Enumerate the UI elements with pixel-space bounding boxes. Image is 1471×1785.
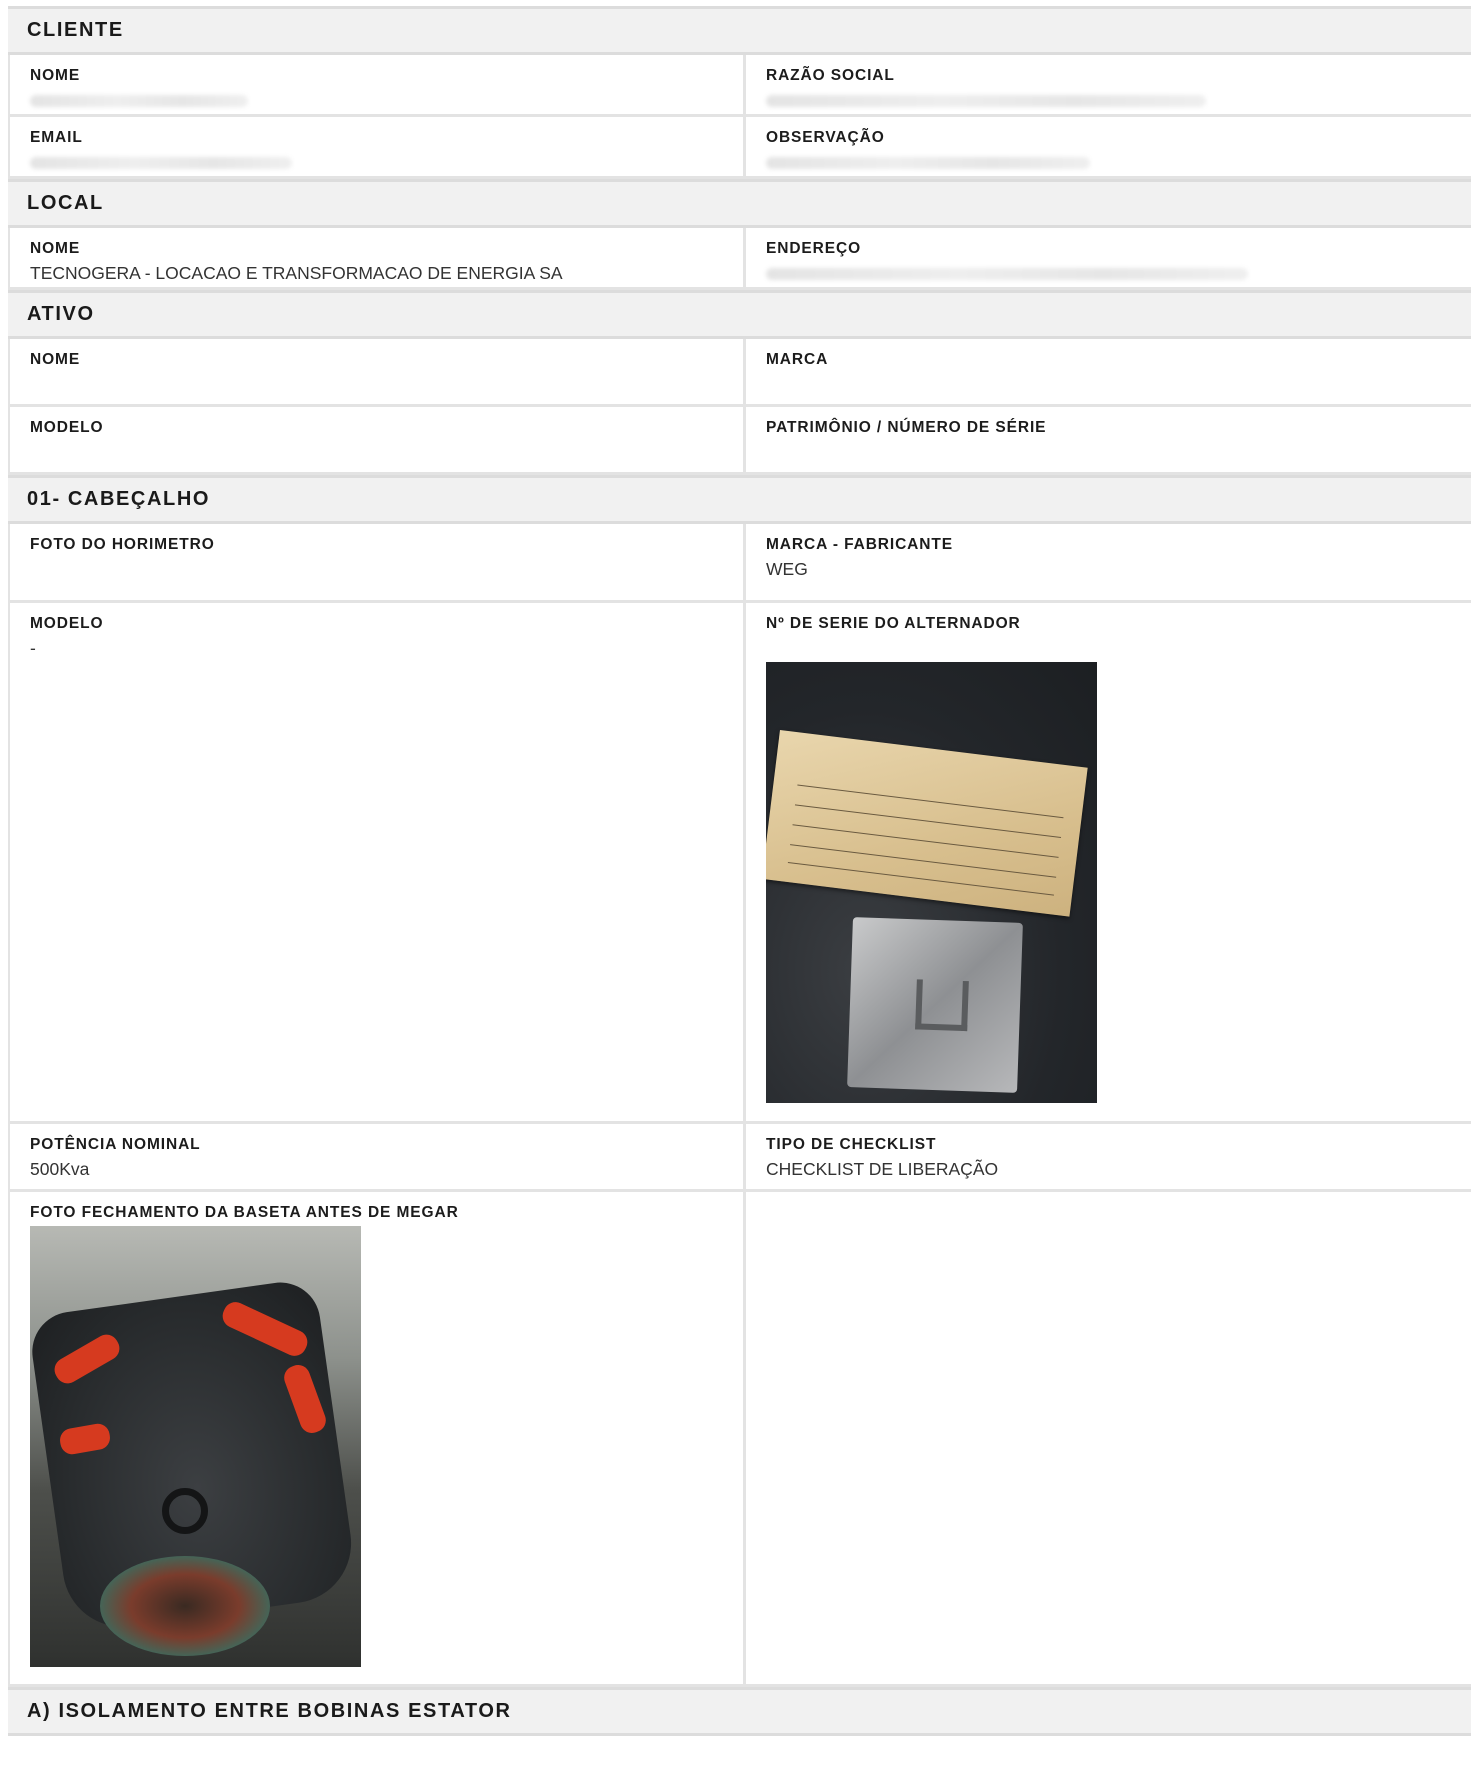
tipo-checklist-cell: TIPO DE CHECKLIST CHECKLIST DE LIBERAÇÃO <box>743 1124 1471 1189</box>
serie-alternador-photo[interactable] <box>766 662 1097 1103</box>
local-endereco-redacted <box>766 268 1248 280</box>
ativo-modelo-label: MODELO <box>30 419 104 436</box>
cliente-razao-cell: RAZÃO SOCIAL <box>743 55 1471 114</box>
ativo-row-2: MODELO PATRIMÔNIO / NÚMERO DE SÉRIE <box>8 407 1471 475</box>
serie-alternador-label: Nº DE SERIE DO ALTERNADOR <box>766 615 1021 632</box>
cliente-nome-redacted <box>30 95 248 107</box>
local-nome-cell: NOME TECNOGERA - LOCACAO E TRANSFORMACAO… <box>8 228 743 287</box>
ativo-patrimonio-label: PATRIMÔNIO / NÚMERO DE SÉRIE <box>766 419 1047 436</box>
foto-baseta-photo[interactable] <box>30 1226 361 1667</box>
ativo-modelo-cell: MODELO <box>8 407 743 472</box>
local-row-1: NOME TECNOGERA - LOCACAO E TRANSFORMACAO… <box>8 228 1471 290</box>
modelo-value: - <box>30 638 36 658</box>
local-endereco-label: ENDEREÇO <box>766 240 862 257</box>
metal-plate <box>847 917 1023 1093</box>
cliente-email-label: EMAIL <box>30 129 83 146</box>
local-nome-label: NOME <box>30 240 81 257</box>
marca-fabricante-value: WEG <box>766 559 808 579</box>
tipo-checklist-value: CHECKLIST DE LIBERAÇÃO <box>766 1159 999 1179</box>
section-header-isolamento: A) ISOLAMENTO ENTRE BOBINAS ESTATOR <box>8 1687 1471 1736</box>
cliente-observacao-cell: OBSERVAÇÃO <box>743 117 1471 176</box>
cabecalho-row-2: MODELO - Nº DE SERIE DO ALTERNADOR <box>8 603 1471 1124</box>
foto-baseta-cell: FOTO FECHAMENTO DA BASETA ANTES DE MEGAR <box>8 1192 743 1684</box>
section-header-cabecalho: 01- CABEÇALHO <box>8 475 1471 524</box>
section-header-ativo: ATIVO <box>8 290 1471 339</box>
foto-horimetro-cell: FOTO DO HORIMETRO <box>8 524 743 600</box>
cliente-email-cell: EMAIL <box>8 117 743 176</box>
foto-horimetro-label: FOTO DO HORIMETRO <box>30 536 215 553</box>
cabecalho-row-1: FOTO DO HORIMETRO MARCA - FABRICANTE WEG <box>8 524 1471 603</box>
cliente-row-1: NOME RAZÃO SOCIAL <box>8 55 1471 117</box>
cliente-razao-redacted <box>766 95 1206 107</box>
cliente-nome-label: NOME <box>30 67 81 84</box>
ativo-row-1: NOME MARCA <box>8 339 1471 407</box>
cliente-razao-label: RAZÃO SOCIAL <box>766 67 895 84</box>
ativo-nome-label: NOME <box>30 351 81 368</box>
potencia-cell: POTÊNCIA NOMINAL 500Kva <box>8 1124 743 1189</box>
section-header-local: LOCAL <box>8 179 1471 228</box>
cabecalho-row-3: POTÊNCIA NOMINAL 500Kva TIPO DE CHECKLIS… <box>8 1124 1471 1192</box>
ativo-nome-cell: NOME <box>8 339 743 404</box>
stator-opening <box>100 1556 270 1656</box>
cliente-observacao-label: OBSERVAÇÃO <box>766 129 885 146</box>
ativo-marca-label: MARCA <box>766 351 829 368</box>
potencia-value: 500Kva <box>30 1159 90 1179</box>
cliente-nome-cell: NOME <box>8 55 743 114</box>
local-nome-value: TECNOGERA - LOCACAO E TRANSFORMACAO DE E… <box>30 263 563 283</box>
marca-fabricante-label: MARCA - FABRICANTE <box>766 536 953 553</box>
section-header-cliente: CLIENTE <box>8 6 1471 55</box>
marca-fabricante-cell: MARCA - FABRICANTE WEG <box>743 524 1471 600</box>
cliente-row-2: EMAIL OBSERVAÇÃO <box>8 117 1471 179</box>
empty-cell <box>743 1192 1471 1684</box>
ativo-patrimonio-cell: PATRIMÔNIO / NÚMERO DE SÉRIE <box>743 407 1471 472</box>
potencia-label: POTÊNCIA NOMINAL <box>30 1136 201 1153</box>
local-endereco-cell: ENDEREÇO <box>743 228 1471 287</box>
modelo-label: MODELO <box>30 615 104 632</box>
serie-alternador-cell: Nº DE SERIE DO ALTERNADOR <box>743 603 1471 1121</box>
lifting-eye <box>162 1488 208 1534</box>
ativo-marca-cell: MARCA <box>743 339 1471 404</box>
cliente-observacao-redacted <box>766 157 1090 169</box>
modelo-cell: MODELO - <box>8 603 743 1121</box>
cabecalho-row-4: FOTO FECHAMENTO DA BASETA ANTES DE MEGAR <box>8 1192 1471 1687</box>
foto-baseta-label: FOTO FECHAMENTO DA BASETA ANTES DE MEGAR <box>30 1204 459 1221</box>
maintenance-tag <box>766 730 1088 917</box>
cliente-email-redacted <box>30 157 292 169</box>
tipo-checklist-label: TIPO DE CHECKLIST <box>766 1136 937 1153</box>
report-page: CLIENTE NOME RAZÃO SOCIAL EMAIL OBSERVAÇ… <box>8 6 1471 1736</box>
